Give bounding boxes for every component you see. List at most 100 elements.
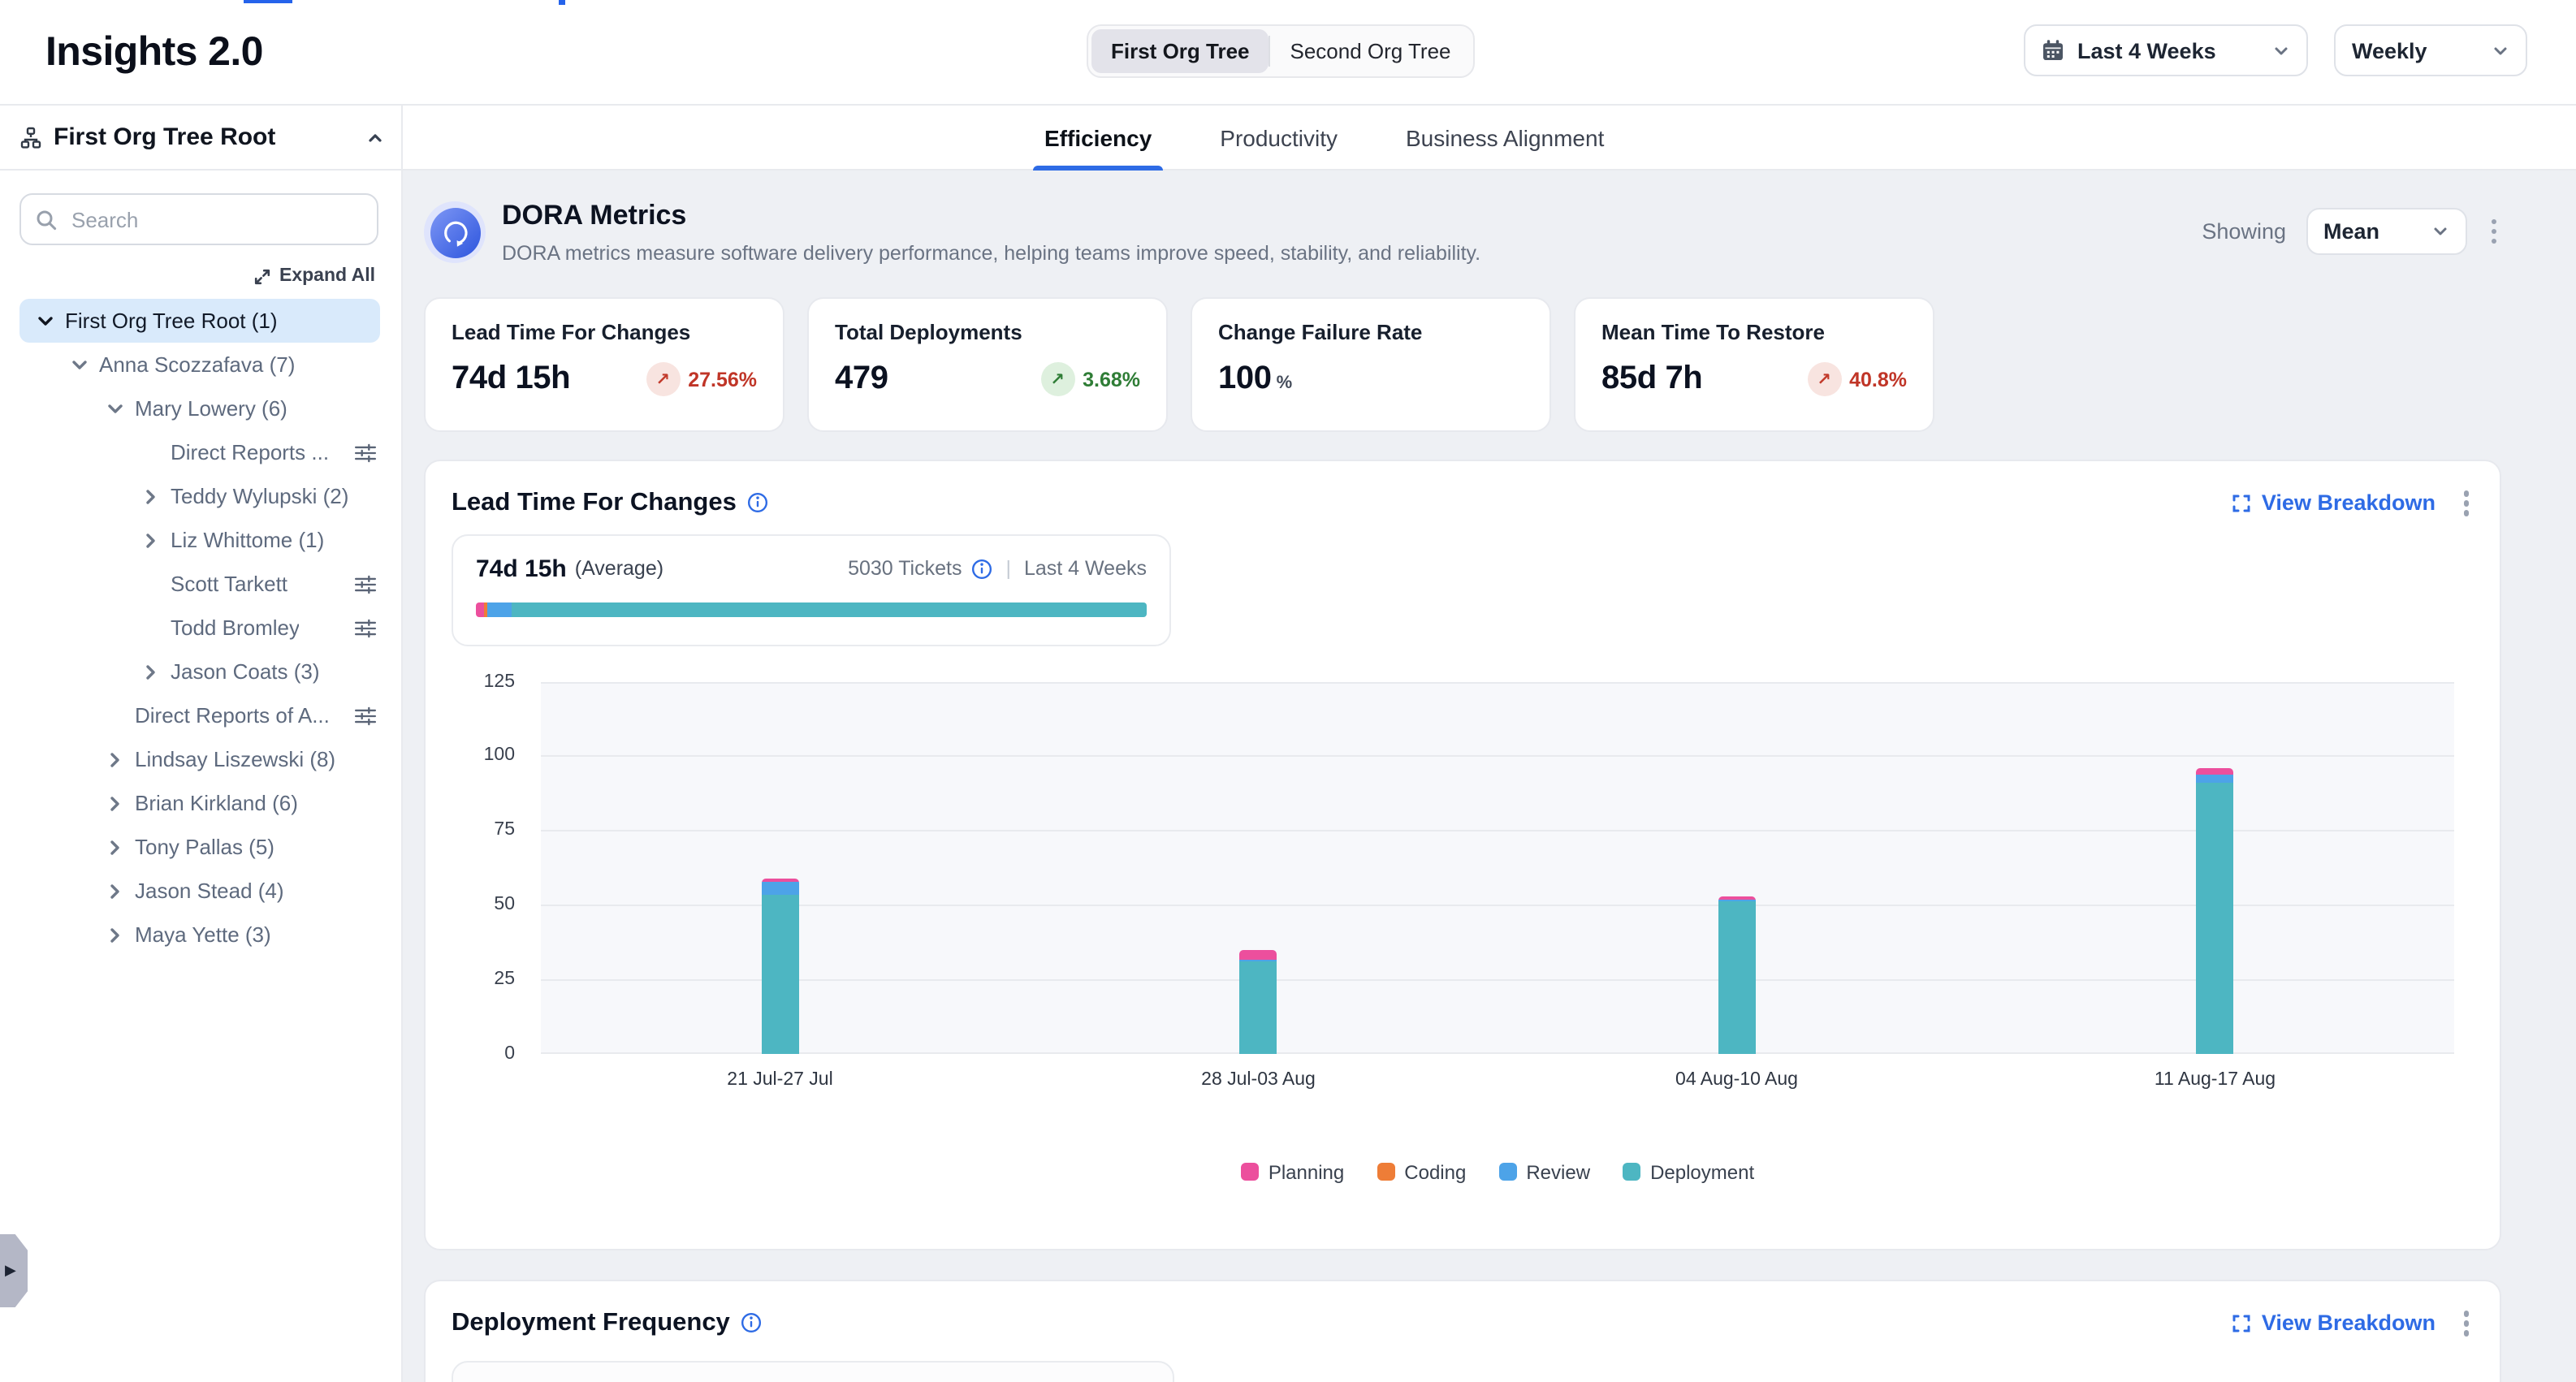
summary-bar-segment-deployment xyxy=(512,602,1147,616)
tree-item-label: First Org Tree Root (1) xyxy=(65,309,278,333)
tree-item-scott-tarkett[interactable]: Scott Tarkett xyxy=(19,562,380,606)
info-icon[interactable] xyxy=(741,1313,763,1334)
deployment-frequency-section: Deployment Frequency View Breakdown xyxy=(424,1280,2501,1382)
expand-all-icon xyxy=(253,267,271,285)
toggle-first-org-tree[interactable]: First Org Tree xyxy=(1091,29,1269,73)
chevron-down-icon[interactable] xyxy=(70,355,89,374)
tree-item-tony-pallas-5[interactable]: Tony Pallas (5) xyxy=(19,825,380,869)
expand-breakdown-icon xyxy=(2232,1314,2252,1333)
y-axis-tick: 125 xyxy=(452,670,515,693)
tree-item-brian-kirkland-6[interactable]: Brian Kirkland (6) xyxy=(19,781,380,825)
filter-icon[interactable] xyxy=(354,704,377,727)
chevron-right-icon[interactable] xyxy=(106,793,125,813)
view-breakdown-button[interactable]: View Breakdown xyxy=(2232,491,2436,516)
gridline xyxy=(541,756,2454,758)
chart-y-axis: 0255075100125 xyxy=(452,681,528,1053)
expand-all-button[interactable]: Expand All xyxy=(0,266,375,286)
lead-time-title: Lead Time For Changes xyxy=(452,489,737,518)
tab-efficiency[interactable]: Efficiency xyxy=(1044,106,1152,169)
collapse-panel-chevron-up-icon[interactable] xyxy=(365,127,385,147)
deployment-summary-card-partial xyxy=(452,1360,1174,1382)
trend-badge: ↗40.8% xyxy=(1807,362,1907,396)
lead-time-kebab-menu-icon[interactable] xyxy=(2458,486,2474,520)
tab-productivity[interactable]: Productivity xyxy=(1220,106,1338,169)
summary-qualifier: (Average) xyxy=(575,557,663,580)
legend-label: Deployment xyxy=(1650,1160,1754,1183)
tree-item-teddy-wylupski-2[interactable]: Teddy Wylupski (2) xyxy=(19,474,380,518)
chevron-right-icon[interactable] xyxy=(106,925,125,944)
bar-segment-deployment xyxy=(1718,901,1756,1053)
chevron-right-icon[interactable] xyxy=(106,881,125,900)
filter-icon[interactable] xyxy=(354,441,377,464)
chevron-right-icon[interactable] xyxy=(106,749,125,769)
tree-item-label: Lindsay Liszewski (8) xyxy=(135,747,335,771)
tree-item-maya-yette-3[interactable]: Maya Yette (3) xyxy=(19,913,380,957)
tree-item-direct-reports-of-a[interactable]: Direct Reports of A... xyxy=(19,693,380,737)
dora-subtitle: DORA metrics measure software delivery p… xyxy=(502,242,1480,265)
bar-segment-planning xyxy=(2197,767,2234,775)
filter-icon[interactable] xyxy=(354,572,377,595)
gridline xyxy=(541,1052,2454,1053)
tree-item-label: Todd Bromley xyxy=(171,615,300,640)
y-axis-tick: 25 xyxy=(452,967,515,990)
granularity-select[interactable]: Weekly xyxy=(2334,24,2527,76)
legend-item-review: Review xyxy=(1498,1160,1590,1183)
metric-card-value: 74d 15h xyxy=(452,361,570,398)
trend-delta: 3.68% xyxy=(1083,368,1140,391)
tickets-info-icon[interactable] xyxy=(971,558,992,579)
bar-segment-review xyxy=(2197,775,2234,782)
tree-item-anna-scozzafava-7[interactable]: Anna Scozzafava (7) xyxy=(19,343,380,387)
trend-up-arrow-icon: ↗ xyxy=(1817,369,1831,389)
date-range-select[interactable]: Last 4 Weeks xyxy=(2024,24,2308,76)
tree-item-first-org-tree-root-1[interactable]: First Org Tree Root (1) xyxy=(19,299,380,343)
chevron-down-icon xyxy=(2492,41,2509,59)
sidebar-search[interactable] xyxy=(19,193,378,245)
tree-item-label: Jason Coats (3) xyxy=(171,659,320,684)
filter-icon[interactable] xyxy=(354,616,377,639)
toggle-second-org-tree[interactable]: Second Org Tree xyxy=(1271,29,1471,73)
search-input[interactable] xyxy=(68,205,362,233)
sidebar: Expand All First Org Tree Root (1) Anna S… xyxy=(0,171,403,1382)
chevron-right-icon[interactable] xyxy=(141,662,161,681)
chevron-down-icon[interactable] xyxy=(106,399,125,418)
chevron-right-icon[interactable] xyxy=(141,486,161,506)
stacked-bar-21-jul-27-jul xyxy=(762,879,799,1053)
view-breakdown-button[interactable]: View Breakdown xyxy=(2232,1311,2436,1336)
clipped-text-artifact xyxy=(244,0,292,3)
lead-time-header: Lead Time For Changes View Breakdown xyxy=(452,486,2474,520)
tree-item-direct-reports[interactable]: Direct Reports ... xyxy=(19,430,380,474)
tree-item-label: Direct Reports ... xyxy=(171,440,329,464)
chevron-down-icon[interactable] xyxy=(36,311,55,330)
date-range-value: Last 4 Weeks xyxy=(2077,38,2216,63)
info-icon[interactable] xyxy=(748,493,769,514)
chevron-right-icon[interactable] xyxy=(106,837,125,857)
tree-item-liz-whittome-1[interactable]: Liz Whittome (1) xyxy=(19,518,380,562)
tree-item-jason-coats-3[interactable]: Jason Coats (3) xyxy=(19,650,380,693)
tab-business-alignment[interactable]: Business Alignment xyxy=(1406,106,1604,169)
tree-item-todd-bromley[interactable]: Todd Bromley xyxy=(19,606,380,650)
tree-item-lindsay-liszewski-8[interactable]: Lindsay Liszewski (8) xyxy=(19,737,380,781)
showing-select[interactable]: Mean xyxy=(2306,208,2466,255)
tree-item-jason-stead-4[interactable]: Jason Stead (4) xyxy=(19,869,380,913)
legend-label: Planning xyxy=(1269,1160,1344,1183)
chevron-down-icon xyxy=(2431,222,2448,240)
lead-time-section: Lead Time For Changes View Breakdown xyxy=(424,460,2501,1250)
deployment-frequency-header: Deployment Frequency View Breakdown xyxy=(452,1306,2474,1341)
trend-badge: ↗3.68% xyxy=(1040,362,1140,396)
legend-item-coding: Coding xyxy=(1377,1160,1466,1183)
legend-item-deployment: Deployment xyxy=(1623,1160,1754,1183)
page-title: Insights 2.0 xyxy=(45,28,263,76)
deployment-kebab-menu-icon[interactable] xyxy=(2458,1306,2474,1341)
tree-item-mary-lowery-6[interactable]: Mary Lowery (6) xyxy=(19,387,380,430)
dora-kebab-menu-icon[interactable] xyxy=(2486,214,2501,249)
chevron-right-icon[interactable] xyxy=(141,530,161,550)
panel-expand-handle[interactable]: ▶ xyxy=(0,1234,28,1307)
summary-range: Last 4 Weeks xyxy=(1024,557,1147,580)
search-icon xyxy=(36,209,57,230)
chart-legend: Planning Coding Review Deployment xyxy=(541,1160,2454,1183)
tree-item-label: Brian Kirkland (6) xyxy=(135,791,298,815)
bar-segment-deployment xyxy=(1240,961,1277,1053)
metric-card-lead-time-for-changes: Lead Time For Changes74d 15h↗27.56% xyxy=(424,297,784,432)
org-tree-toggle: First Org Tree Second Org Tree xyxy=(1087,24,1476,78)
tree-item-label: Teddy Wylupski (2) xyxy=(171,484,348,508)
